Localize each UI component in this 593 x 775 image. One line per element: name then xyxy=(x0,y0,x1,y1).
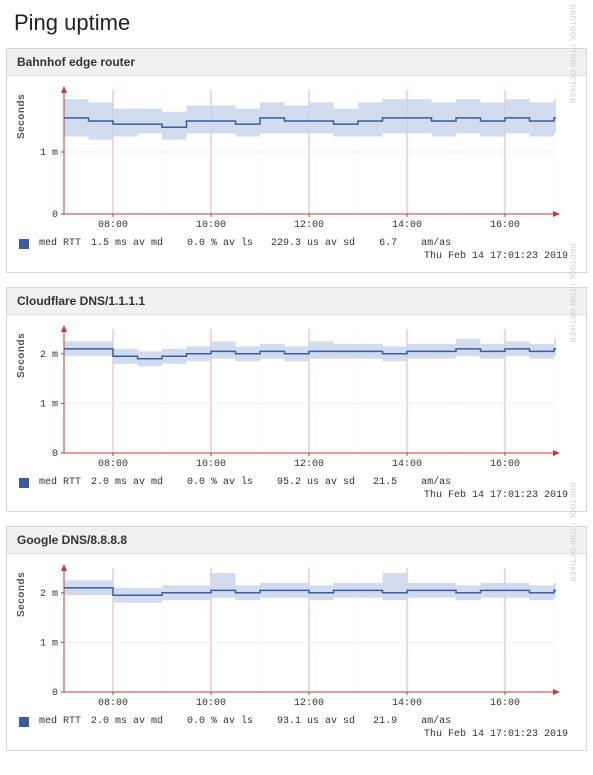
svg-text:12:00: 12:00 xyxy=(293,220,323,231)
svg-text:08:00: 08:00 xyxy=(97,220,127,231)
svg-text:16:00: 16:00 xyxy=(489,220,519,231)
svg-text:0: 0 xyxy=(51,688,57,699)
chart: Seconds RRDTOOL / TOBI OETIKER 08:0010:0… xyxy=(22,562,572,712)
svg-text:1 m: 1 m xyxy=(39,638,57,649)
panel-title: Bahnhof edge router xyxy=(7,49,586,76)
y-axis-label: Seconds xyxy=(16,333,27,378)
chart: Seconds RRDTOOL / TOBI OETIKER 08:0010:0… xyxy=(22,323,572,473)
panel-body: Seconds RRDTOOL / TOBI OETIKER 08:0010:0… xyxy=(7,554,586,750)
y-axis-label: Seconds xyxy=(16,572,27,617)
svg-text:2 m: 2 m xyxy=(39,350,57,361)
panel-cloudflare: Cloudflare DNS/1.1.1.1 Seconds RRDTOOL /… xyxy=(6,287,587,512)
svg-text:0: 0 xyxy=(51,449,57,460)
panel-body: Seconds RRDTOOL / TOBI OETIKER 08:0010:0… xyxy=(7,315,586,511)
legend-row: med RTT 2.0 ms av md 0.0 % av ls 95.2 us… xyxy=(17,473,576,490)
panel-title: Cloudflare DNS/1.1.1.1 xyxy=(7,288,586,315)
panel-title: Google DNS/8.8.8.8 xyxy=(7,527,586,554)
legend-swatch xyxy=(19,717,29,727)
svg-text:1 m: 1 m xyxy=(39,399,57,410)
legend-name: med RTT xyxy=(39,238,81,249)
svg-text:14:00: 14:00 xyxy=(391,220,421,231)
legend-swatch xyxy=(19,239,29,249)
timestamp: Thu Feb 14 17:01:23 2019 xyxy=(17,490,576,507)
svg-text:1 m: 1 m xyxy=(39,148,57,159)
legend-row: med RTT 1.5 ms av md 0.0 % av ls 229.3 u… xyxy=(17,234,576,251)
chart-svg: 08:00 10:00 12:00 14:00 16:00 0 1 m 2 m xyxy=(22,323,572,473)
legend-name: med RTT xyxy=(39,477,81,488)
legend-stats: 1.5 ms av md 0.0 % av ls 229.3 us av sd … xyxy=(91,238,451,249)
page: Ping uptime Bahnhof edge router Seconds … xyxy=(0,0,593,775)
rrdtool-caption: RRDTOOL / TOBI OETIKER xyxy=(569,5,576,104)
chart-svg: 08:0010:0012:0014:0016:0001 m2 m xyxy=(22,562,572,712)
chart-svg: 08:00 10:00 12:00 14:00 16:00 0 1 m xyxy=(22,84,572,234)
legend-swatch xyxy=(19,478,29,488)
svg-text:2 m: 2 m xyxy=(39,589,57,600)
legend-stats: 2.0 ms av md 0.0 % av ls 93.1 us av sd 2… xyxy=(91,716,451,727)
panel-bahnhof: Bahnhof edge router Seconds RRDTOOL / TO… xyxy=(6,48,587,273)
y-axis-label: Seconds xyxy=(16,94,27,139)
svg-text:12:00: 12:00 xyxy=(293,459,323,470)
svg-text:08:00: 08:00 xyxy=(97,459,127,470)
svg-text:0: 0 xyxy=(51,210,57,221)
page-title: Ping uptime xyxy=(14,10,593,36)
svg-text:14:00: 14:00 xyxy=(391,459,421,470)
panel-google: Google DNS/8.8.8.8 Seconds RRDTOOL / TOB… xyxy=(6,526,587,751)
rrdtool-caption: RRDTOOL / TOBI OETIKER xyxy=(569,483,576,582)
legend-row: med RTT 2.0 ms av md 0.0 % av ls 93.1 us… xyxy=(17,712,576,729)
panel-body: Seconds RRDTOOL / TOBI OETIKER 08:0010:0… xyxy=(7,76,586,272)
rrdtool-caption: RRDTOOL / TOBI OETIKER xyxy=(569,244,576,343)
svg-text:16:00: 16:00 xyxy=(489,459,519,470)
timestamp: Thu Feb 14 17:01:23 2019 xyxy=(17,251,576,268)
legend-name: med RTT xyxy=(39,716,81,727)
legend-stats: 2.0 ms av md 0.0 % av ls 95.2 us av sd 2… xyxy=(91,477,451,488)
svg-text:10:00: 10:00 xyxy=(195,459,225,470)
chart: Seconds RRDTOOL / TOBI OETIKER 08:0010:0… xyxy=(22,84,572,234)
timestamp: Thu Feb 14 17:01:23 2019 xyxy=(17,729,576,746)
svg-text:10:00: 10:00 xyxy=(195,220,225,231)
